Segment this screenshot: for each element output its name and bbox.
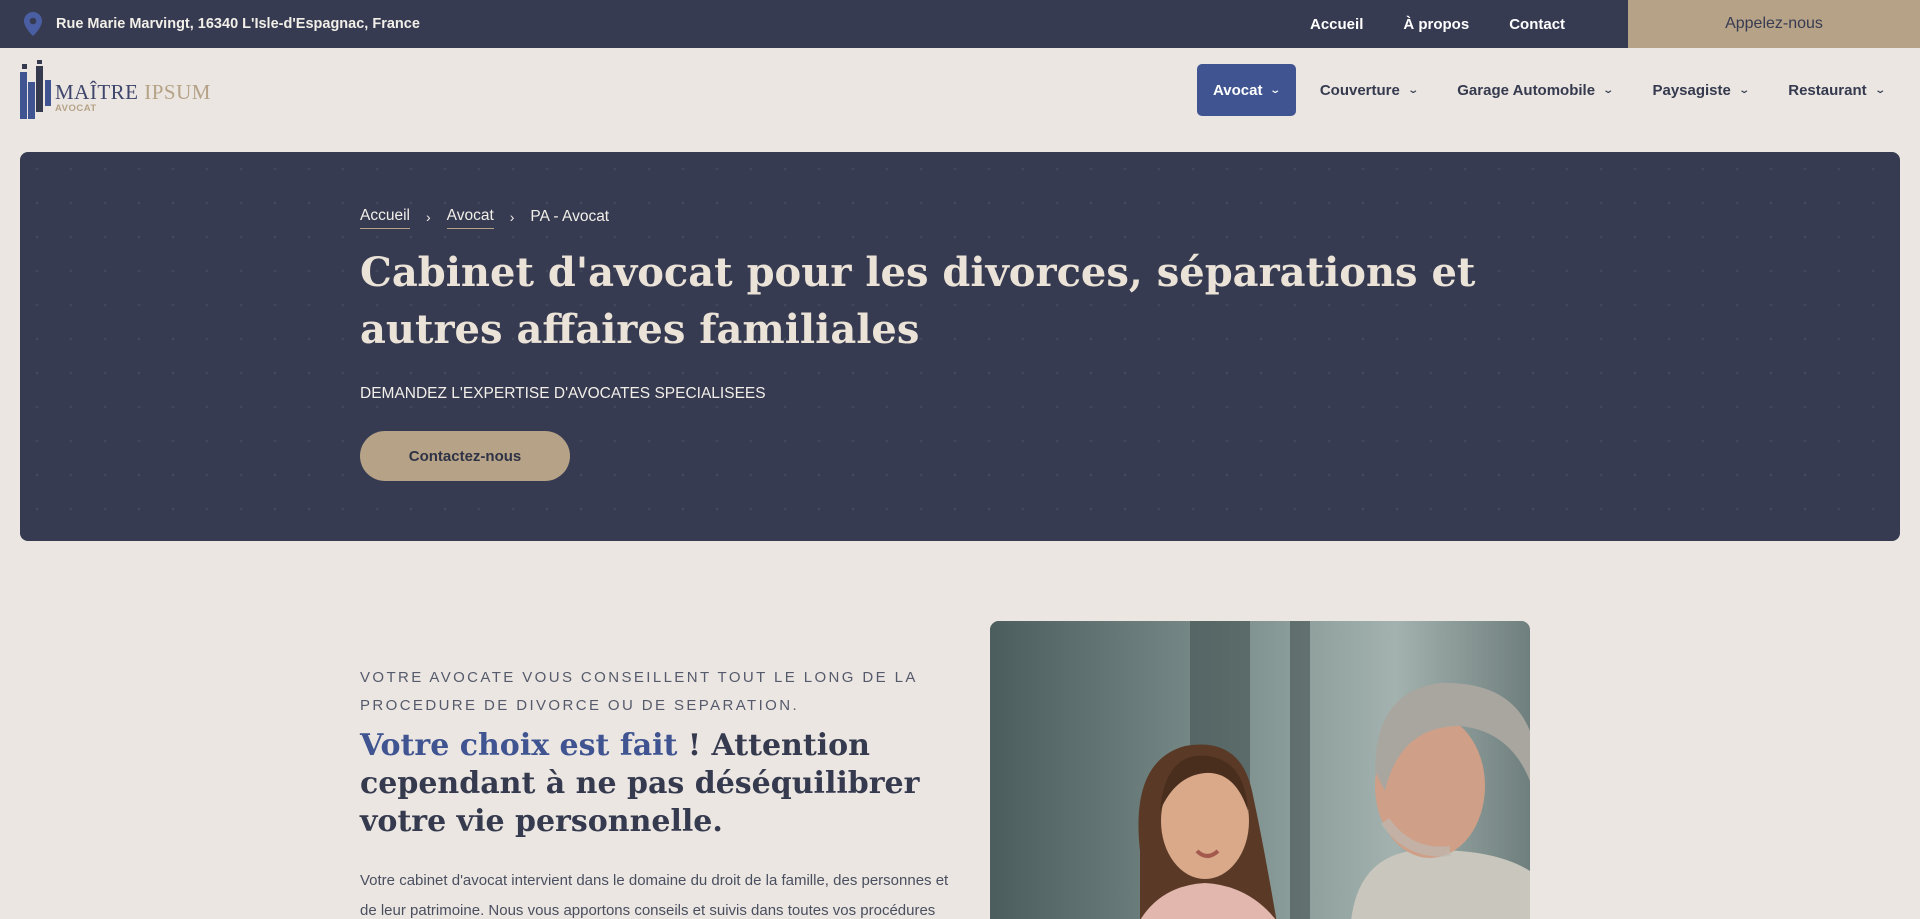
map-pin-icon (24, 12, 42, 36)
nav-item-couverture[interactable]: Couverture ⌄ (1304, 64, 1433, 116)
section-heading-highlight: Votre choix est fait (360, 728, 678, 763)
consultation-photo-illustration (990, 621, 1530, 919)
nav-item-paysagiste[interactable]: Paysagiste ⌄ (1636, 64, 1764, 116)
logo-subtitle: AVOCAT (55, 103, 97, 114)
section-body: Votre cabinet d'avocat intervient dans l… (360, 872, 949, 919)
nav-item-label: Garage Automobile (1457, 81, 1596, 99)
nav-item-label: Avocat (1212, 81, 1263, 99)
logo-name: MAÎTRE IPSUM (55, 80, 211, 105)
hero-banner: Accueil › Avocat › PA - Avocat Cabinet d… (20, 152, 1900, 541)
logo-name-second: IPSUM (144, 80, 211, 104)
nav-item-restaurant[interactable]: Restaurant ⌄ (1772, 64, 1900, 116)
chevron-down-icon: ⌄ (1269, 84, 1282, 96)
chevron-right-icon: › (509, 208, 515, 225)
top-link-contact[interactable]: Contact (1509, 16, 1565, 33)
breadcrumb-section[interactable]: Avocat (446, 207, 494, 229)
site-logo[interactable]: MAÎTRE IPSUM AVOCAT (20, 60, 210, 122)
nav-item-label: Paysagiste (1652, 81, 1731, 99)
chevron-down-icon: ⌄ (1873, 84, 1886, 96)
nav-item-garage-automobile[interactable]: Garage Automobile ⌄ (1441, 64, 1628, 116)
section-kicker: VOTRE AVOCATE VOUS CONSEILLENT TOUT LE L… (360, 669, 917, 714)
nav-item-avocat[interactable]: Avocat ⌄ (1196, 64, 1296, 116)
chevron-down-icon: ⌄ (1407, 84, 1419, 96)
address: Rue Marie Marvingt, 16340 L'Isle-d'Espag… (24, 0, 420, 48)
chevron-down-icon: ⌄ (1738, 84, 1750, 96)
breadcrumb-home[interactable]: Accueil (360, 207, 410, 229)
chevron-down-icon: ⌄ (1602, 84, 1615, 96)
consultation-photo (990, 621, 1530, 919)
chevron-right-icon: › (425, 208, 431, 225)
address-text: Rue Marie Marvingt, 16340 L'Isle-d'Espag… (56, 16, 420, 32)
breadcrumb-current: PA - Avocat (530, 207, 610, 225)
nav-item-label: Couverture (1319, 81, 1400, 99)
top-bar: Rue Marie Marvingt, 16340 L'Isle-d'Espag… (0, 0, 1920, 48)
top-link-a-propos[interactable]: À propos (1403, 16, 1469, 33)
page-title: Cabinet d'avocat pour les divorces, sépa… (360, 249, 1476, 353)
call-button[interactable]: Appelez-nous (1628, 0, 1920, 48)
contact-button[interactable]: Contactez-nous (360, 431, 570, 481)
section-heading: Votre choix est fait ! Attention cependa… (360, 727, 960, 841)
breadcrumb: Accueil › Avocat › PA - Avocat (360, 207, 609, 229)
main-nav: Avocat ⌄ Couverture ⌄ Garage Automobile … (1196, 64, 1900, 116)
hero-tagline: DEMANDEZ L'EXPERTISE D'AVOCATES SPECIALI… (360, 385, 766, 402)
logo-mark-icon (20, 60, 51, 119)
nav-item-label: Restaurant (1788, 81, 1867, 99)
top-link-accueil[interactable]: Accueil (1310, 16, 1363, 33)
logo-name-first: MAÎTRE (55, 80, 139, 104)
top-links: Accueil À propos Contact (1310, 0, 1565, 48)
